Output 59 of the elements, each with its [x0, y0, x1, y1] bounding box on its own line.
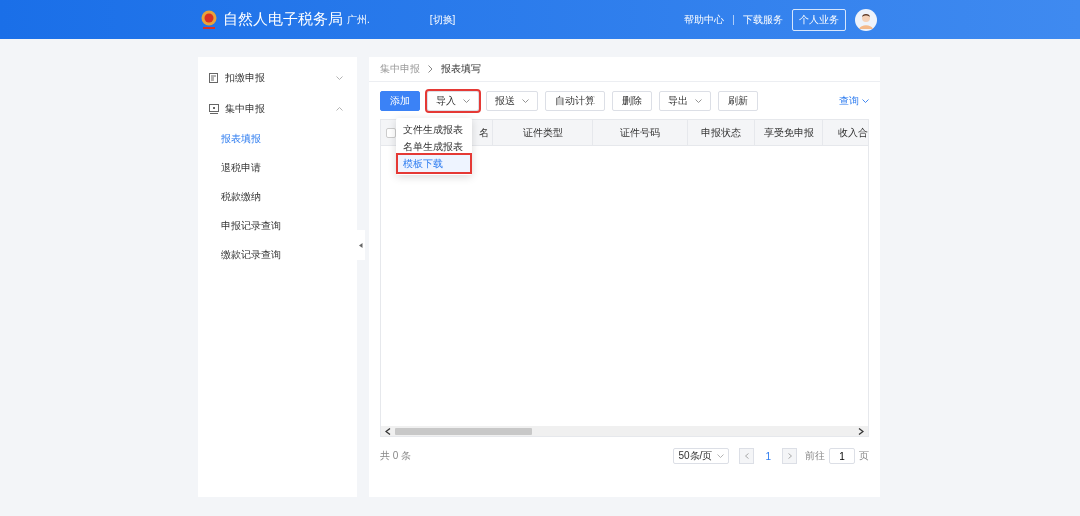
page-number[interactable]: 1: [762, 450, 774, 462]
breadcrumb-item: 报表填写: [441, 62, 481, 76]
header-link[interactable]: 下载服务: [743, 12, 783, 27]
caret-icon: [336, 75, 343, 80]
group-label: 集中申报: [225, 101, 266, 116]
collapse-handle[interactable]: [357, 230, 365, 260]
column-header: 申报状态: [688, 120, 755, 145]
menu-item[interactable]: 文件生成报表: [398, 121, 470, 138]
select-all-checkbox[interactable]: [385, 127, 396, 138]
scrollbar[interactable]: [381, 426, 868, 436]
caret-icon: [463, 99, 470, 103]
group-label: 扣缴申报: [225, 70, 266, 85]
toolbar-button[interactable]: 导入: [427, 91, 479, 111]
query-link[interactable]: 查询: [839, 94, 869, 108]
sidebar-group[interactable]: 扣缴申报: [198, 62, 357, 93]
column-header: 享受免申报: [755, 120, 823, 145]
caret-icon: [336, 106, 343, 111]
avatar-icon[interactable]: [855, 8, 877, 31]
account-button[interactable]: 个人业务: [792, 8, 846, 31]
column-header: 证件类型: [493, 120, 593, 145]
caret-icon: [522, 99, 529, 103]
prev-page-button[interactable]: [739, 448, 755, 464]
sidebar-item[interactable]: 税款缴纳: [198, 182, 357, 211]
toolbar-button[interactable]: 自动计算: [545, 91, 605, 111]
scroll-left-icon[interactable]: [385, 427, 391, 435]
sidebar-group[interactable]: 集中申报: [198, 93, 357, 124]
chevron-left-icon: [744, 453, 749, 459]
sidebar-item[interactable]: 退税申请: [198, 153, 357, 182]
form-icon: [209, 72, 219, 83]
toolbar-button[interactable]: 导出: [659, 91, 711, 111]
next-page-button[interactable]: [782, 448, 797, 464]
toolbar-button[interactable]: 删除: [612, 91, 652, 111]
toolbar-button[interactable]: 刷新: [718, 91, 758, 111]
column-header: 证件号码: [593, 120, 688, 145]
sidebar-item[interactable]: 申报记录查询: [198, 211, 357, 240]
scroll-right-icon[interactable]: [858, 427, 864, 435]
sidebar-item[interactable]: 报表填报: [198, 124, 357, 153]
switch-link[interactable]: [切换]: [429, 12, 456, 27]
chevron-icon: [428, 65, 433, 73]
toolbar-button[interactable]: 报送: [486, 91, 538, 111]
site-title: 自然人电子税务局: [223, 10, 343, 29]
goto-page-field[interactable]: 1: [829, 448, 855, 464]
page-size-select[interactable]: 50条/页: [673, 448, 730, 464]
goto-label: 前往: [805, 449, 825, 463]
menu-item[interactable]: 模板下载: [398, 155, 470, 172]
toolbar-button[interactable]: 添加: [380, 91, 420, 111]
page-suffix: 页: [859, 449, 869, 463]
caret-icon: [695, 99, 702, 103]
caret-icon: [862, 99, 869, 103]
total-count: 共 0 条: [380, 449, 412, 463]
monitor-icon: [209, 103, 219, 114]
caret-icon: [717, 454, 725, 458]
collapse-icon: [359, 242, 363, 248]
emblem-icon: [200, 8, 218, 31]
sidebar-item[interactable]: 缴款记录查询: [198, 240, 357, 269]
chevron-right-icon: [787, 453, 792, 459]
region-label: 广州.: [347, 12, 370, 27]
header-link[interactable]: 帮助中心: [684, 12, 724, 27]
column-header: 收入合: [823, 120, 868, 145]
